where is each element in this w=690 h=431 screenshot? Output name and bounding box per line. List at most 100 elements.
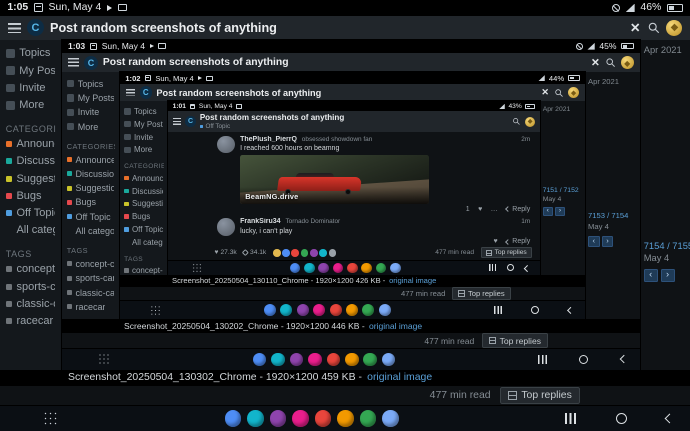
- sidebar-tag-item[interactable]: concept-car: [66, 257, 116, 271]
- app-icon[interactable]: [381, 352, 396, 367]
- hamburger-menu-icon[interactable]: [7, 22, 21, 33]
- post-author[interactable]: ThePlush_PierrQ: [240, 136, 297, 143]
- user-avatar[interactable]: ◆: [567, 86, 580, 99]
- back-button[interactable]: [566, 306, 575, 314]
- forum-logo[interactable]: C: [84, 55, 98, 70]
- reply-button[interactable]: Reply: [505, 206, 530, 213]
- forum-logo[interactable]: C: [185, 116, 196, 127]
- app-icon[interactable]: [296, 304, 309, 317]
- close-icon[interactable]: ✕: [630, 20, 641, 35]
- app-icon[interactable]: [269, 410, 287, 427]
- search-icon[interactable]: [554, 88, 564, 98]
- timeline-start-date[interactable]: Apr 2021: [588, 77, 619, 86]
- sidebar-category-item[interactable]: Off Topic: [66, 210, 116, 224]
- app-icon[interactable]: [326, 352, 341, 367]
- post-author[interactable]: FrankSiru34: [240, 218, 280, 225]
- hamburger-menu-icon[interactable]: [68, 58, 80, 67]
- poster-avatar[interactable]: [272, 248, 281, 257]
- app-icon[interactable]: [313, 304, 326, 317]
- app-icon[interactable]: [362, 304, 375, 317]
- app-icon[interactable]: [271, 352, 285, 367]
- app-icon[interactable]: [280, 304, 293, 317]
- sidebar-nav-item[interactable]: Invite: [66, 105, 116, 119]
- recents-button[interactable]: [537, 354, 547, 364]
- sidebar-nav-item[interactable]: Invite: [123, 131, 164, 144]
- more-actions-icon[interactable]: …: [491, 206, 498, 213]
- hamburger-menu-icon[interactable]: [172, 118, 182, 125]
- top-replies-button[interactable]: Top replies: [452, 286, 511, 301]
- sidebar-category-item[interactable]: Suggestions: [66, 181, 116, 195]
- poster-avatar[interactable]: [328, 248, 337, 257]
- lightbox-image[interactable]: 1:01 Sun, May 4 43% C Post random screen…: [168, 101, 540, 275]
- hamburger-menu-icon[interactable]: [125, 88, 136, 97]
- sidebar-category-item[interactable]: Announcements: [123, 172, 164, 185]
- sidebar-tag-item[interactable]: racecar: [4, 312, 56, 329]
- app-icon[interactable]: [375, 262, 387, 274]
- search-icon[interactable]: [647, 21, 661, 35]
- timeline-position[interactable]: 7154 / 7155: [644, 241, 690, 251]
- app-icon[interactable]: [292, 410, 309, 427]
- sidebar-nav-item[interactable]: Topics: [4, 45, 56, 62]
- app-icon[interactable]: [289, 352, 304, 367]
- app-icon[interactable]: [304, 262, 315, 274]
- recents-button[interactable]: [494, 306, 503, 315]
- app-icon[interactable]: [359, 410, 377, 427]
- sidebar-category-item[interactable]: All categories: [4, 222, 56, 239]
- sidebar-category-item[interactable]: Off Topic: [4, 205, 56, 222]
- sidebar-category-item[interactable]: Announcements: [66, 152, 116, 166]
- app-icon[interactable]: [390, 262, 401, 274]
- topic-title[interactable]: Post random screenshots of anything: [50, 21, 624, 35]
- lightbox-image[interactable]: 1:02 Sun, May 4 44% C Post random screen…: [120, 72, 585, 320]
- lightbox-image[interactable]: 1:03 Sun, May 4 45% C Post random screen…: [62, 39, 640, 370]
- sidebar-tag-item[interactable]: classic-car: [66, 285, 116, 299]
- poster-avatar[interactable]: [310, 248, 318, 257]
- back-button[interactable]: [524, 264, 531, 272]
- lightbox-next-button[interactable]: ›: [660, 268, 675, 282]
- app-icon[interactable]: [345, 352, 359, 367]
- sidebar-nav-item[interactable]: More: [66, 119, 116, 133]
- topic-title[interactable]: Post random screenshots of anything: [200, 113, 509, 123]
- app-icon[interactable]: [332, 262, 344, 274]
- user-avatar[interactable]: ◆: [666, 19, 683, 36]
- back-button[interactable]: [619, 355, 628, 364]
- sidebar-nav-item[interactable]: Invite: [4, 79, 56, 96]
- sidebar-nav-item[interactable]: My Posts: [4, 62, 56, 79]
- poster-avatar[interactable]: [300, 248, 309, 257]
- sidebar-nav-item[interactable]: More: [4, 97, 56, 114]
- sidebar-category-item[interactable]: Suggestions: [123, 197, 164, 210]
- forum-logo[interactable]: C: [139, 86, 152, 99]
- app-icon[interactable]: [289, 262, 301, 274]
- user-avatar[interactable]: ◆: [620, 56, 634, 70]
- app-icon[interactable]: [329, 304, 342, 317]
- app-icon[interactable]: [347, 262, 358, 274]
- close-icon[interactable]: ✕: [541, 87, 549, 98]
- app-icon[interactable]: [308, 352, 322, 367]
- lightbox-next-button[interactable]: ›: [601, 235, 614, 247]
- top-replies-button[interactable]: Top replies: [480, 247, 533, 259]
- top-replies-button[interactable]: Top replies: [481, 333, 548, 349]
- poster-avatar[interactable]: [282, 248, 290, 257]
- sidebar-nav-item[interactable]: My Posts: [66, 91, 116, 105]
- poster-avatar[interactable]: [291, 248, 300, 257]
- home-button[interactable]: [531, 306, 540, 315]
- close-icon[interactable]: ✕: [591, 57, 600, 69]
- original-image-link[interactable]: original image: [367, 372, 432, 383]
- post-image-beamng[interactable]: BeamNG.drive: [240, 155, 430, 204]
- timeline-start-date[interactable]: Apr 2021: [644, 45, 682, 55]
- sidebar-category-item[interactable]: Discussion: [123, 185, 164, 198]
- poster-avatar[interactable]: [217, 135, 235, 154]
- lightbox-prev-button[interactable]: ‹: [588, 235, 600, 247]
- forum-logo[interactable]: C: [26, 19, 44, 37]
- app-drawer-icon[interactable]: [43, 410, 59, 426]
- sidebar-nav-item[interactable]: My Posts: [123, 118, 164, 131]
- sidebar-category-item[interactable]: All categories: [66, 224, 116, 238]
- sidebar-nav-item[interactable]: Topics: [66, 77, 116, 91]
- app-icon[interactable]: [345, 304, 358, 317]
- top-replies-button[interactable]: Top replies: [500, 387, 580, 404]
- search-icon[interactable]: [512, 117, 521, 126]
- app-icon[interactable]: [361, 262, 372, 274]
- like-heart-icon[interactable]: ♥: [478, 206, 482, 213]
- app-icon[interactable]: [224, 410, 242, 427]
- sidebar-tag-item[interactable]: classic-car: [4, 295, 56, 312]
- app-icon[interactable]: [247, 410, 264, 427]
